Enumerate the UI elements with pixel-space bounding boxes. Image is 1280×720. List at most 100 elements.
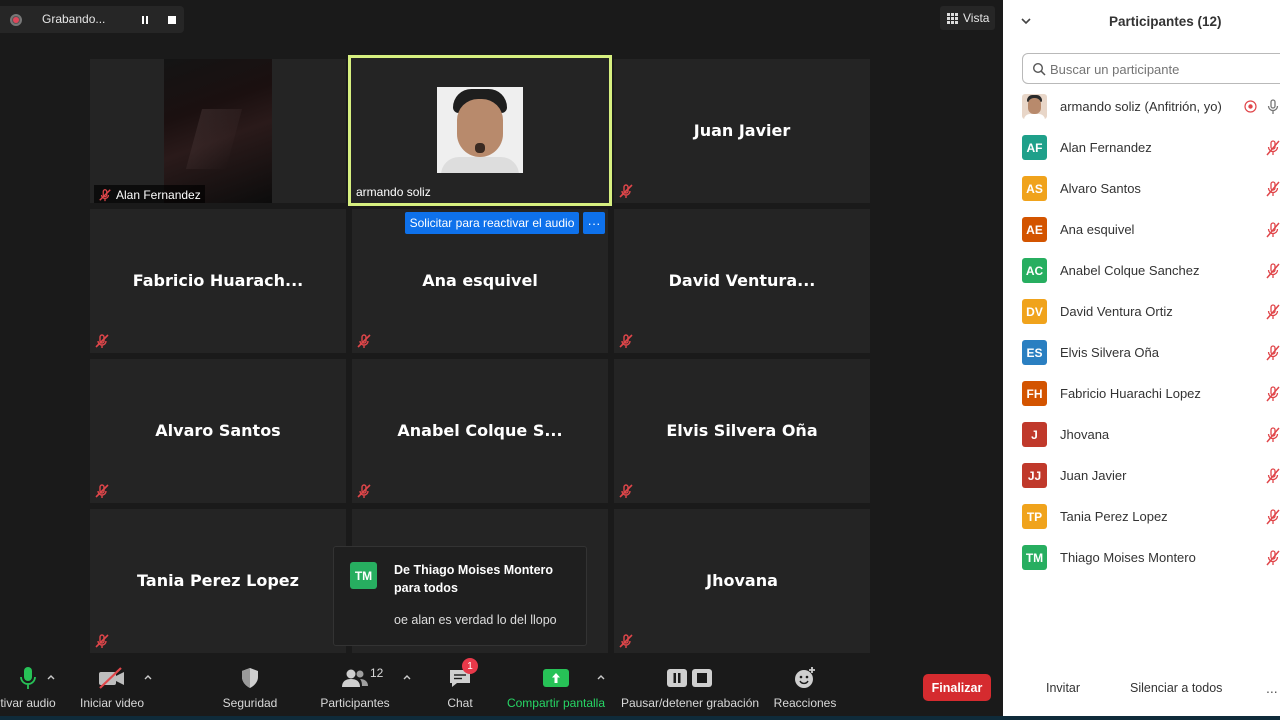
video-options-chevron-icon[interactable]	[143, 672, 153, 682]
mic-muted-icon	[99, 189, 111, 202]
tile-name-label: David Ventura...	[668, 271, 816, 290]
chat-unread-badge: 1	[462, 658, 478, 674]
search-input[interactable]	[1050, 61, 1270, 77]
view-button-label: Vista	[963, 11, 990, 25]
pause-stop-recording-icon	[667, 669, 712, 687]
tile-name-label: Elvis Silvera Oña	[666, 421, 818, 440]
participant-avatar: AF	[1022, 135, 1047, 160]
video-tile-david[interactable]: David Ventura...	[614, 209, 870, 353]
mute-all-button[interactable]: Silenciar a todos	[1130, 678, 1222, 698]
security-button[interactable]: Seguridad	[218, 664, 282, 714]
search-icon	[1032, 62, 1046, 76]
participant-name: Alan Fernandez	[1060, 140, 1152, 155]
more-options-button[interactable]: ...	[1266, 678, 1278, 698]
participant-name: Tania Perez Lopez	[1060, 509, 1168, 524]
panel-footer: Invitar Silenciar a todos ...	[1003, 670, 1280, 706]
participant-avatar: J	[1022, 422, 1047, 447]
stop-recording-button[interactable]	[162, 10, 182, 29]
participant-row[interactable]: TP Tania Perez Lopez	[1003, 496, 1280, 537]
participants-icon	[342, 669, 368, 687]
participant-row[interactable]: AE Ana esquivel	[1003, 209, 1280, 250]
mic-muted-icon[interactable]	[1266, 550, 1280, 566]
participant-avatar: AC	[1022, 258, 1047, 283]
start-video-button[interactable]: Iniciar video	[76, 664, 148, 714]
mic-muted-icon	[95, 484, 109, 498]
mic-muted-icon[interactable]	[1266, 304, 1280, 320]
share-screen-button[interactable]: Compartir pantalla	[506, 664, 606, 714]
tile-name-label: Alan Fernandez	[94, 185, 205, 203]
chat-sender-line: De Thiago Moises Montero para todos	[394, 563, 554, 595]
panel-title: Participantes (12)	[1109, 14, 1222, 29]
participant-name: Anabel Colque Sanchez	[1060, 263, 1200, 278]
participant-avatar: ES	[1022, 340, 1047, 365]
tile-name-label: Tania Perez Lopez	[137, 571, 299, 590]
video-tile-alvaro[interactable]: Alvaro Santos	[90, 359, 346, 503]
chat-sender-avatar: TM	[350, 562, 377, 589]
participant-row[interactable]: armando soliz (Anfitrión, yo)	[1003, 86, 1280, 127]
mic-muted-icon[interactable]	[1266, 427, 1280, 443]
pause-stop-recording-button[interactable]: Pausar/detener grabación	[621, 664, 759, 714]
participant-row[interactable]: DV David Ventura Ortiz	[1003, 291, 1280, 332]
recording-label: Grabando...	[42, 12, 106, 26]
mic-muted-icon	[619, 484, 633, 498]
participants-panel: Participantes (12) armando soliz (Anfitr…	[1003, 0, 1280, 716]
participant-search-box[interactable]	[1022, 53, 1280, 84]
host-avatar-photo	[1022, 94, 1047, 119]
pause-recording-button[interactable]	[135, 10, 155, 29]
reactions-button[interactable]: Reacciones	[774, 664, 836, 714]
mic-muted-icon[interactable]	[1266, 181, 1280, 197]
recording-bar: Grabando...	[0, 6, 184, 33]
participant-row[interactable]: TM Thiago Moises Montero	[1003, 537, 1280, 578]
chat-button[interactable]: 1 Chat	[440, 658, 480, 714]
recording-dot-icon	[10, 14, 22, 26]
microphone-icon[interactable]	[1266, 99, 1280, 115]
video-tile-fabricio[interactable]: Fabricio Huarach...	[90, 209, 346, 353]
chat-notification-toast[interactable]: TM De Thiago Moises Montero para todos o…	[333, 546, 587, 646]
invite-button[interactable]: Invitar	[1046, 678, 1080, 698]
video-tile-anabel[interactable]: Anabel Colque S...	[352, 359, 608, 503]
tile-name-label: Alvaro Santos	[155, 421, 281, 440]
video-tile-tania[interactable]: Tania Perez Lopez	[90, 509, 346, 653]
chevron-down-icon[interactable]	[1019, 14, 1033, 28]
participant-row[interactable]: FH Fabricio Huarachi Lopez	[1003, 373, 1280, 414]
mic-muted-icon[interactable]	[1266, 140, 1280, 156]
participant-row[interactable]: AF Alan Fernandez	[1003, 127, 1280, 168]
participant-row[interactable]: JJ Juan Javier	[1003, 455, 1280, 496]
shield-icon	[242, 668, 258, 688]
participant-row[interactable]: AC Anabel Colque Sanchez	[1003, 250, 1280, 291]
mic-muted-icon[interactable]	[1266, 386, 1280, 402]
participant-photo	[437, 87, 523, 173]
tile-name-label: Fabricio Huarach...	[132, 271, 304, 290]
participant-row[interactable]: ES Elvis Silvera Oña	[1003, 332, 1280, 373]
view-button[interactable]: Vista	[940, 6, 995, 30]
recording-indicator-icon	[1244, 100, 1257, 113]
participant-row[interactable]: J Jhovana	[1003, 414, 1280, 455]
video-tile-elvis[interactable]: Elvis Silvera Oña	[614, 359, 870, 503]
share-screen-arrow-icon	[543, 669, 569, 687]
ask-to-unmute-button[interactable]: Solicitar para reactivar el audio	[405, 212, 579, 234]
mic-muted-icon[interactable]	[1266, 222, 1280, 238]
share-options-chevron-icon[interactable]	[596, 672, 606, 682]
mic-muted-icon[interactable]	[1266, 509, 1280, 525]
tile-name-label: Anabel Colque S...	[397, 421, 563, 440]
end-meeting-button[interactable]: Finalizar	[923, 674, 991, 701]
video-tile-alan[interactable]: Alan Fernandez	[90, 59, 346, 203]
participant-avatar: TM	[1022, 545, 1047, 570]
taskbar-edge	[0, 716, 1280, 720]
participant-row[interactable]: AS Alvaro Santos	[1003, 168, 1280, 209]
participants-options-chevron-icon[interactable]	[402, 672, 412, 682]
participant-avatar: AS	[1022, 176, 1047, 201]
mic-muted-icon[interactable]	[1266, 345, 1280, 361]
participants-button[interactable]: 12 Participantes	[319, 664, 391, 714]
tile-more-options-button[interactable]: ···	[583, 212, 605, 234]
audio-options-chevron-icon[interactable]	[46, 672, 56, 682]
video-tile-armando-active-speaker[interactable]: armando soliz	[348, 55, 612, 206]
video-tile-jhovana[interactable]: Jhovana	[614, 509, 870, 653]
mic-muted-icon[interactable]	[1266, 263, 1280, 279]
mic-muted-icon	[95, 634, 109, 648]
mic-muted-icon[interactable]	[1266, 468, 1280, 484]
participant-avatar: DV	[1022, 299, 1047, 324]
tile-name-label: Jhovana	[706, 571, 778, 590]
participant-name: David Ventura Ortiz	[1060, 304, 1173, 319]
video-tile-juan[interactable]: Juan Javier	[614, 59, 870, 203]
